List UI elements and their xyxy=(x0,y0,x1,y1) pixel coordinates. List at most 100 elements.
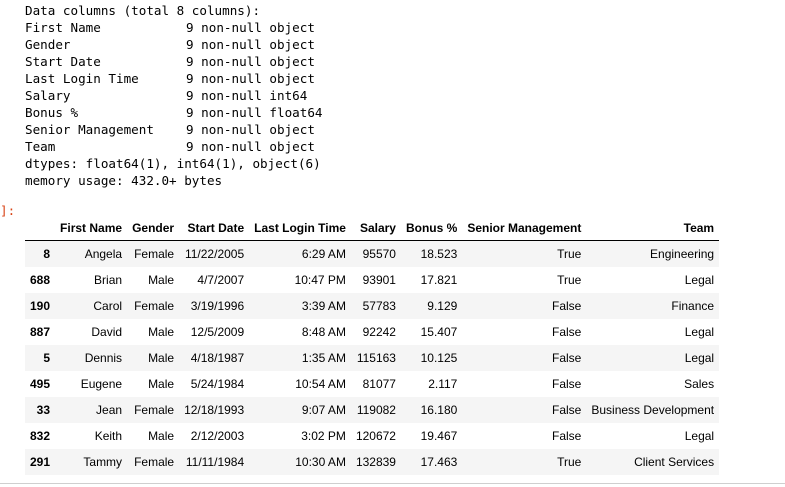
info-column-row: Salary 9 non-null int64 xyxy=(25,87,322,104)
dataframe-body: 8 Angela Female 11/22/2005 6:29 AM 95570 18.52… xyxy=(25,240,720,475)
info-column-row: Last Login Time 9 non-null object xyxy=(25,70,322,87)
table-cell: Angela xyxy=(84,247,123,261)
table-cell: Legal xyxy=(684,429,715,443)
table-cell: Tammy xyxy=(83,455,123,469)
column-header: First Name xyxy=(55,218,128,241)
row-index: 190 xyxy=(30,299,51,313)
table-cell: 18.523 xyxy=(420,247,458,261)
table-cell: False xyxy=(552,325,582,339)
table-cell: 10:47 PM xyxy=(294,273,346,287)
table-row: 688 Brian Male 4/7/2007 10:47 PM 93901 17.821 T… xyxy=(25,267,719,293)
table-cell: 57783 xyxy=(362,299,396,313)
table-row: 832 Keith Male 2/12/2003 3:02 PM 120672 19.467… xyxy=(25,423,719,449)
info-column-type: 9 non-null int64 xyxy=(186,88,308,103)
table-cell: 3/19/1996 xyxy=(190,299,245,313)
table-cell: Male xyxy=(148,273,175,287)
table-cell: Engineering xyxy=(650,247,715,261)
table-cell: Female xyxy=(134,247,175,261)
table-cell: True xyxy=(557,273,582,287)
info-column-name: Gender xyxy=(25,37,71,52)
table-cell: Carol xyxy=(93,299,123,313)
table-cell: 3:39 AM xyxy=(301,299,346,313)
table-cell: 11/11/1984 xyxy=(185,455,245,469)
cell-prompt: ]: xyxy=(0,203,16,218)
table-cell: True xyxy=(557,247,582,261)
table-cell: Sales xyxy=(684,377,715,391)
info-output: Data columns (total 8 columns): First Nam… xyxy=(25,2,322,189)
table-cell: Brian xyxy=(94,273,123,287)
table-cell: 12/18/1993 xyxy=(184,403,245,417)
table-cell: 115163 xyxy=(356,351,396,365)
table-cell: 16.180 xyxy=(420,403,458,417)
table-cell: 10:30 AM xyxy=(295,455,346,469)
table-cell: Legal xyxy=(684,325,715,339)
table-cell: 132839 xyxy=(355,455,396,469)
table-row: 190 Carol Female 3/19/1996 3:39 AM 57783 9.129… xyxy=(25,293,720,319)
row-index: 33 xyxy=(36,403,51,417)
table-cell: 2.117 xyxy=(428,377,458,391)
column-header: Senior Management xyxy=(462,218,587,241)
table-cell: Male xyxy=(148,429,175,443)
table-cell: Legal xyxy=(684,351,715,365)
table-row: 887 David Male 12/5/2009 8:48 AM 92242 15.407 F… xyxy=(25,319,719,345)
dataframe-output: First Name Gender Start Date Last Login Tim… xyxy=(25,218,745,475)
row-index: 291 xyxy=(30,455,51,469)
info-dtypes: dtypes: float64(1), int64(1), object(6) xyxy=(25,156,321,171)
info-column-type: 9 non-null object xyxy=(186,71,315,86)
table-cell: Eugene xyxy=(80,377,123,391)
info-column-type: 9 non-null float64 xyxy=(186,105,323,120)
table-cell: 2/12/2003 xyxy=(190,429,245,443)
table-cell: Legal xyxy=(684,273,715,287)
header-row: First Name Gender Start Date Last Login Tim… xyxy=(25,218,720,241)
column-header: Bonus % xyxy=(400,218,463,241)
column-header: Salary xyxy=(350,218,401,241)
info-column-row: Gender 9 non-null object xyxy=(25,36,322,53)
table-cell: False xyxy=(552,351,582,365)
info-column-name: Team xyxy=(25,139,56,154)
info-column-type: 9 non-null object xyxy=(186,20,315,35)
table-cell: 15.407 xyxy=(420,325,458,339)
table-row: 5 Dennis Male 4/18/1987 1:35 AM 115163 10.125 F… xyxy=(25,345,720,371)
table-cell: False xyxy=(552,299,582,313)
table-row: 8 Angela Female 11/22/2005 6:29 AM 95570 18.52… xyxy=(25,240,720,267)
table-cell: 1:35 AM xyxy=(301,351,346,365)
row-index: 832 xyxy=(30,429,51,443)
table-cell: David xyxy=(91,325,123,339)
index-header xyxy=(25,218,56,241)
table-cell: Client Services xyxy=(634,455,715,469)
table-cell: 10:54 AM xyxy=(295,377,346,391)
table-cell: 119082 xyxy=(356,403,396,417)
table-cell: 9:07 AM xyxy=(301,403,346,417)
info-column-name: First Name xyxy=(25,20,101,35)
info-header: Data columns (total 8 columns): xyxy=(25,3,261,18)
table-cell: 17.821 xyxy=(420,273,458,287)
table-cell: False xyxy=(552,403,582,417)
row-index: 887 xyxy=(30,325,51,339)
table-cell: Dennis xyxy=(84,351,123,365)
row-index: 688 xyxy=(30,273,51,287)
table-cell: 95570 xyxy=(362,247,396,261)
info-column-type: 9 non-null object xyxy=(186,139,315,154)
table-row: 495 Eugene Male 5/24/1984 10:54 AM 81077 2.117… xyxy=(25,371,719,397)
table-cell: False xyxy=(552,429,582,443)
table-row: 291 Tammy Female 11/11/1984 10:30 AM 132839 17… xyxy=(25,449,720,475)
table-cell: False xyxy=(552,377,582,391)
info-column-row: Senior Management 9 non-null object xyxy=(25,121,322,138)
table-cell: 92242 xyxy=(362,325,396,339)
row-index: 8 xyxy=(43,247,51,261)
column-header: Team xyxy=(586,218,720,241)
info-column-type: 9 non-null object xyxy=(186,37,315,52)
table-cell: Jean xyxy=(96,403,123,417)
column-header: Last Login Time xyxy=(249,218,351,241)
info-column-name: Last Login Time xyxy=(25,71,139,86)
table-cell: 10.125 xyxy=(420,351,458,365)
table-cell: 17.463 xyxy=(420,455,458,469)
table-cell: 4/7/2007 xyxy=(197,273,245,287)
table-cell: 19.467 xyxy=(420,429,458,443)
info-column-type: 9 non-null object xyxy=(186,54,315,69)
row-index: 5 xyxy=(43,351,51,365)
table-cell: Female xyxy=(134,403,175,417)
column-header: Gender xyxy=(127,218,180,241)
info-column-row: Team 9 non-null object xyxy=(25,138,322,155)
info-column-row: First Name 9 non-null object xyxy=(25,19,322,36)
